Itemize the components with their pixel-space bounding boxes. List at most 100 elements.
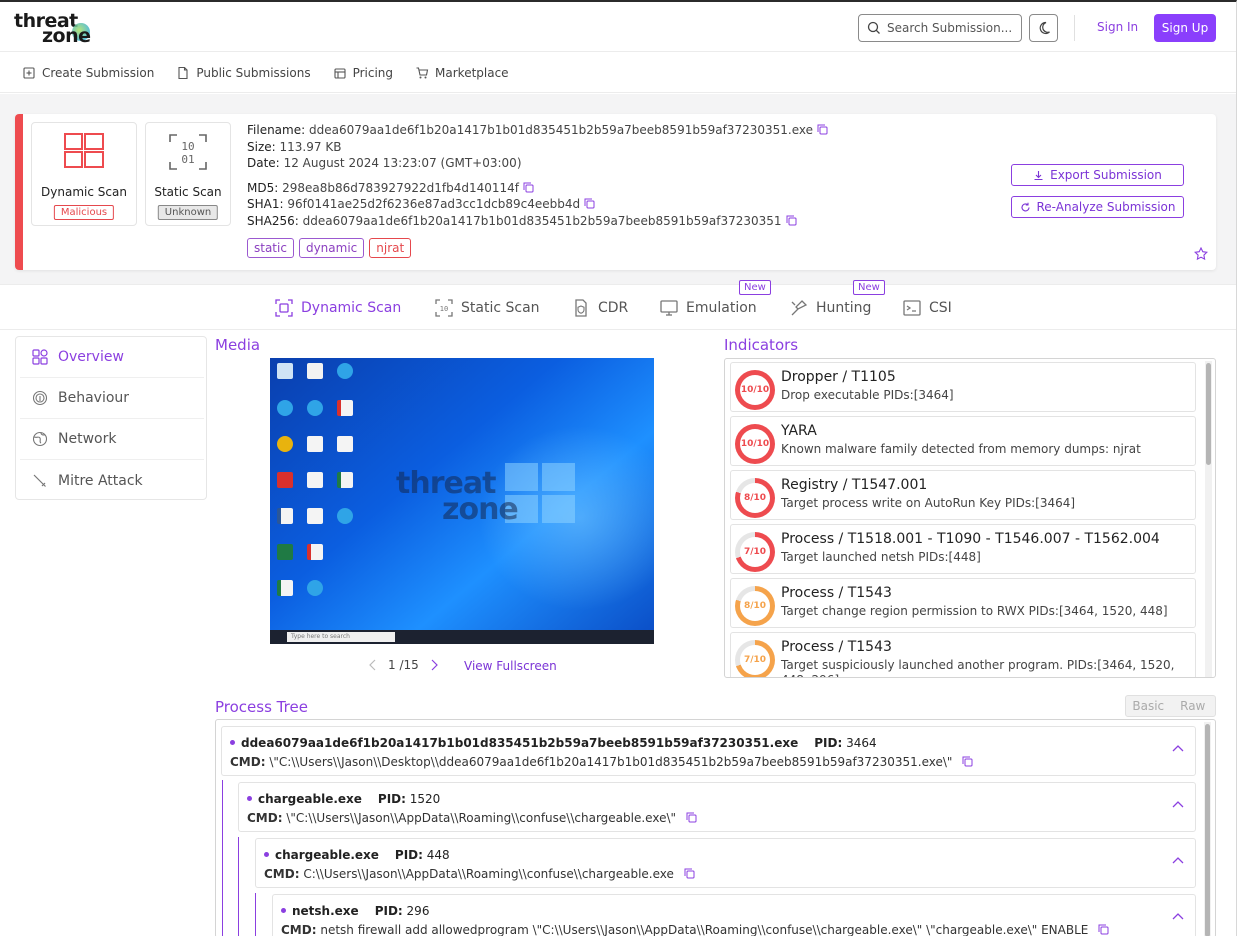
indicator-item[interactable]: 10/10 YARA Known malware family detected f… <box>730 416 1196 466</box>
copy-icon[interactable] <box>1098 924 1109 935</box>
date-value: 12 August 2024 13:23:07 (GMT+03:00) <box>283 156 522 170</box>
copy-icon[interactable] <box>817 124 828 135</box>
nav-label: Pricing <box>352 65 394 80</box>
sandbox-screenshot[interactable]: threat zone Type here to search <box>270 358 654 644</box>
static-scan-box[interactable]: 10 01 Static Scan Unknown <box>145 122 231 226</box>
process-tree-scrollbar[interactable] <box>1204 722 1211 936</box>
copy-icon[interactable] <box>962 756 973 767</box>
nav-create-submission[interactable]: Create Submission <box>22 66 154 80</box>
process-node[interactable]: chargeable.exe PID: 448 CMD: C:\\Users\\Ja… <box>255 838 1196 888</box>
sign-in-link[interactable]: Sign In <box>1097 20 1138 34</box>
indicator-item[interactable]: 10/10 Dropper / T1105 Drop executable PIDs… <box>730 362 1196 412</box>
chevron-up-icon[interactable] <box>1171 911 1185 921</box>
nav-marketplace[interactable]: Marketplace <box>415 66 509 80</box>
indicator-item[interactable]: 8/10 Registry / T1547.001 Target process w… <box>730 470 1196 520</box>
tag-njrat[interactable]: njrat <box>369 238 412 258</box>
indicator-title: Registry / T1547.001 <box>781 477 928 493</box>
menu-overview[interactable]: Overview <box>20 337 204 378</box>
tab-cdr[interactable]: CDR <box>572 299 628 317</box>
theme-toggle-button[interactable] <box>1029 14 1058 42</box>
process-node[interactable]: ddea6079aa1de6f1b20a1417b1b01d835451b2b5… <box>221 726 1196 776</box>
cmd-label: CMD: <box>281 923 317 936</box>
chevron-right-icon[interactable] <box>429 659 439 671</box>
scrollbar-thumb[interactable] <box>1205 724 1210 936</box>
static-scan-label: Static Scan <box>154 185 222 199</box>
sign-up-button[interactable]: Sign Up <box>1154 14 1216 42</box>
page: threat zone Search Submission... Sign In… <box>0 0 1237 936</box>
edge-icon <box>307 580 323 596</box>
tag-static[interactable]: static <box>247 238 294 258</box>
menu-behaviour[interactable]: Behaviour <box>20 378 204 419</box>
pid-value: 1520 <box>409 792 441 806</box>
menu-mitre-attack[interactable]: Mitre Attack <box>20 460 204 501</box>
export-submission-button[interactable]: Export Submission <box>1011 164 1184 186</box>
cmd-value: \"C:\\Users\\Jason\\AppData\\Roaming\\co… <box>286 811 677 825</box>
process-node[interactable]: netsh.exe PID: 296 CMD: netsh firewall add… <box>272 894 1196 936</box>
nav-public-submissions[interactable]: Public Submissions <box>176 65 311 80</box>
tab-static-scan[interactable]: 10 Static Scan <box>435 299 540 317</box>
score-value: 10/10 <box>740 439 770 449</box>
copy-icon[interactable] <box>684 868 695 879</box>
fingerprint-icon <box>32 390 48 406</box>
terminal-icon <box>903 300 921 316</box>
chevron-left-icon[interactable] <box>368 659 378 671</box>
star-icon[interactable] <box>1194 247 1208 261</box>
pdf-icon <box>337 400 353 416</box>
tab-label: CSI <box>929 300 952 316</box>
view-fullscreen-link[interactable]: View Fullscreen <box>464 659 557 673</box>
copy-icon[interactable] <box>523 182 534 193</box>
cmd-value: \"C:\\Users\\Jason\\Desktop\\ddea6079aa1… <box>269 755 953 769</box>
filename-label: Filename: <box>247 123 306 137</box>
export-label: Export Submission <box>1050 168 1162 182</box>
scan-icon <box>275 299 293 317</box>
threatzone-logo[interactable]: threat zone <box>14 10 104 47</box>
edge-icon <box>277 400 293 416</box>
tab-dynamic-scan[interactable]: Dynamic Scan <box>275 299 401 317</box>
chevron-up-icon[interactable] <box>1171 743 1185 753</box>
menu-label: Mitre Attack <box>58 472 143 489</box>
nav-pricing[interactable]: Pricing <box>333 66 393 80</box>
sha1-label: SHA1: <box>247 197 284 211</box>
refresh-icon <box>1021 202 1030 211</box>
create-icon <box>23 66 35 79</box>
menu-label: Network <box>58 431 117 447</box>
binary-icon: 10 01 <box>169 134 207 170</box>
menu-network[interactable]: Network <box>20 419 204 460</box>
search-submission-button[interactable]: Search Submission... <box>858 14 1022 42</box>
filename-value: ddea6079aa1de6f1b20a1417b1b01d835451b2b5… <box>308 123 813 137</box>
search-icon <box>867 21 880 34</box>
score-ring: 10/10 <box>735 424 775 464</box>
score-ring: 8/10 <box>735 586 775 626</box>
dynamic-scan-box[interactable]: Dynamic Scan Malicious <box>31 122 137 226</box>
nav-label: Public Submissions <box>196 65 311 80</box>
tab-hunting[interactable]: Hunting <box>790 299 871 317</box>
tag-dynamic[interactable]: dynamic <box>298 238 365 258</box>
indicator-description: Target process write on AutoRun Key PIDs… <box>781 496 1076 510</box>
raw-view-button[interactable]: Raw <box>1171 696 1216 716</box>
md5-row: MD5: 298ea8b86d783927922d1fb4d140114f <box>247 180 828 197</box>
tab-csi[interactable]: CSI <box>903 299 952 317</box>
scrollbar-thumb[interactable] <box>1206 363 1211 465</box>
copy-icon[interactable] <box>786 215 797 226</box>
tab-emulation[interactable]: Emulation <box>660 299 757 317</box>
indicator-item[interactable]: 7/10 Process / T1518.001 - T1090 - T1546.… <box>730 524 1196 574</box>
process-header: ddea6079aa1de6f1b20a1417b1b01d835451b2b5… <box>230 736 877 750</box>
chevron-up-icon[interactable] <box>1171 799 1185 809</box>
indicators-scrollbar[interactable] <box>1205 361 1212 677</box>
watermark-text-2: zone <box>442 492 519 527</box>
reanalyze-submission-button[interactable]: Re-Analyze Submission <box>1011 196 1184 218</box>
desktop-file-icon <box>307 436 323 452</box>
chevron-up-icon[interactable] <box>1171 855 1185 865</box>
copy-icon[interactable] <box>686 812 697 823</box>
desktop-file-icon <box>337 436 353 452</box>
indicator-title: Process / T1543 <box>781 585 892 601</box>
indicator-item[interactable]: 7/10 Process / T1543 Target suspiciously l… <box>730 632 1196 677</box>
process-node[interactable]: chargeable.exe PID: 1520 CMD: \"C:\\Users\… <box>238 782 1196 832</box>
indicator-item[interactable]: 8/10 Process / T1543 Target change region … <box>730 578 1196 628</box>
malicious-badge: Malicious <box>53 205 115 220</box>
indicator-title: Process / T1518.001 - T1090 - T1546.007 … <box>781 531 1160 547</box>
basic-view-button[interactable]: Basic <box>1126 696 1171 716</box>
copy-icon[interactable] <box>584 198 595 209</box>
sha1-value: 96f0141ae25d2f6236e87ad3cc1dcb89c4eebb4d <box>287 197 581 211</box>
indicator-description: Target suspiciously launched another pro… <box>781 658 1175 677</box>
